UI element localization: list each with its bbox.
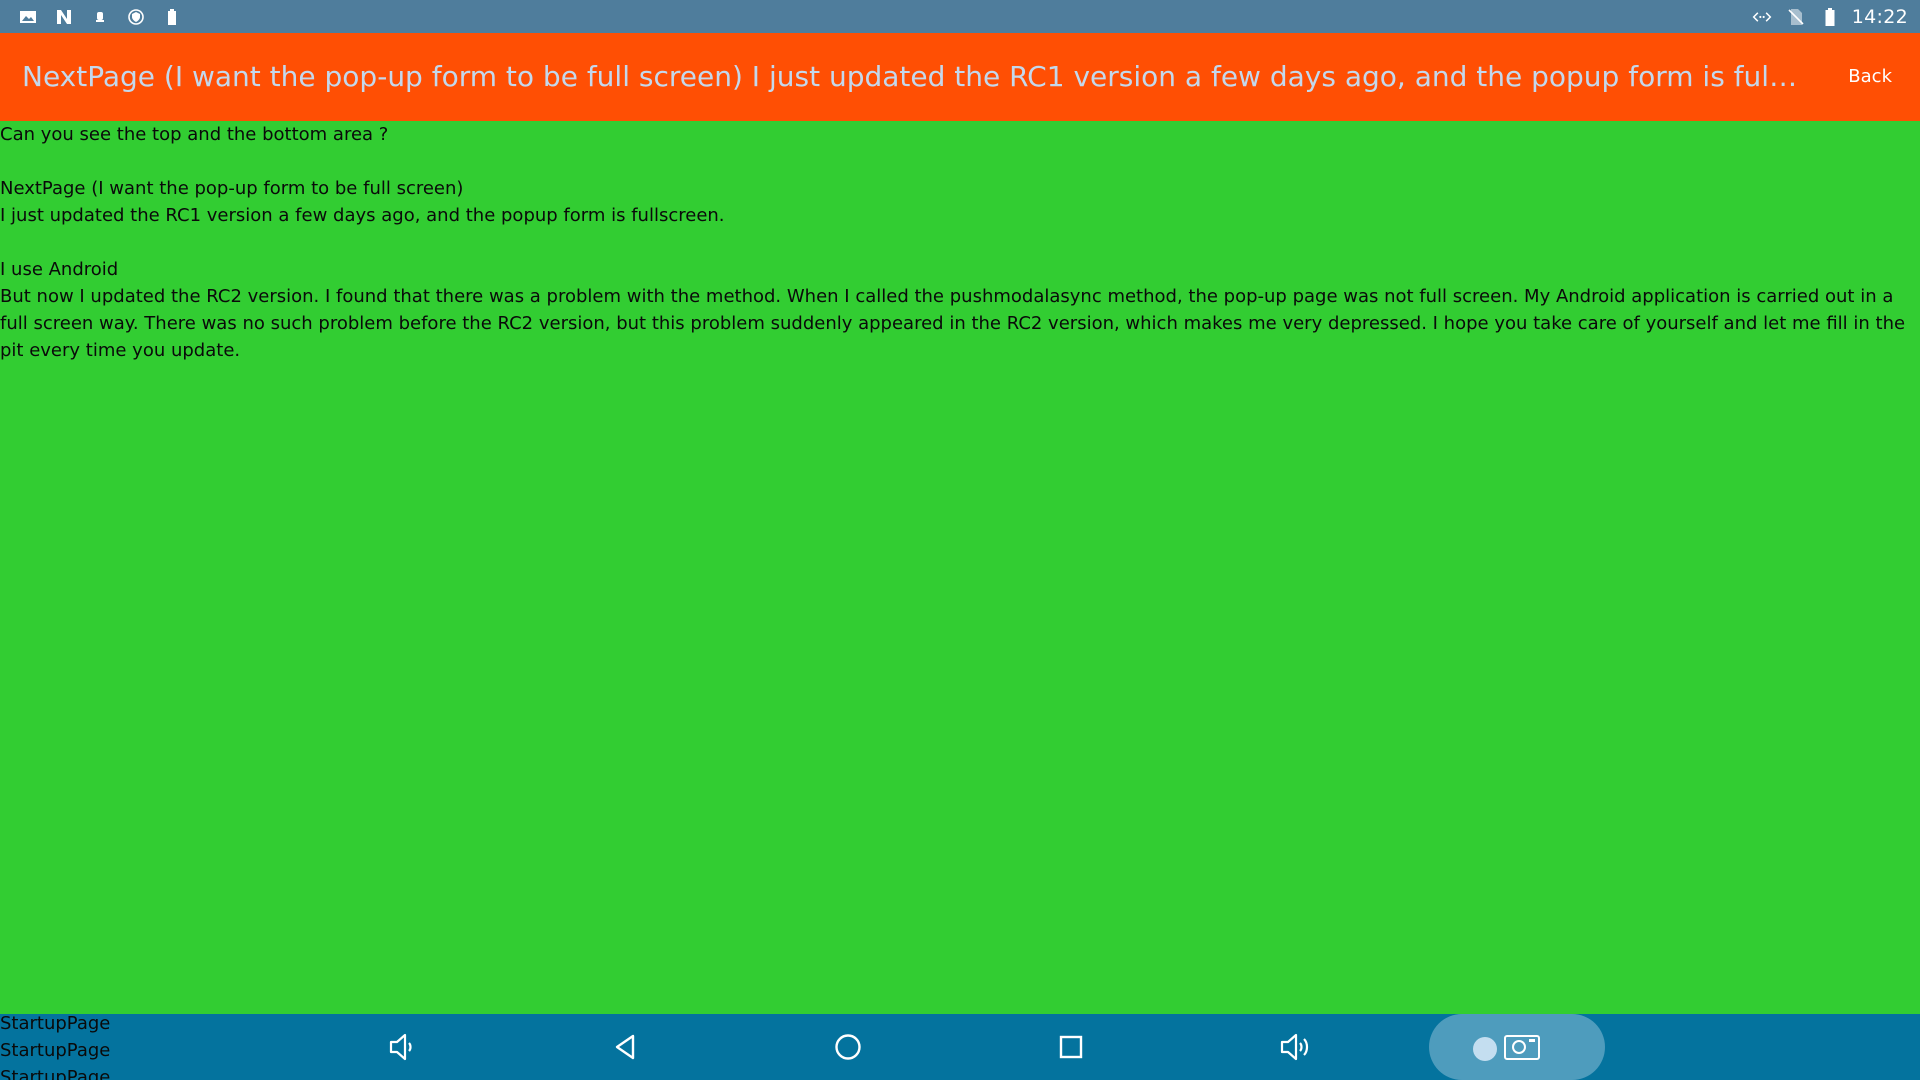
status-right-icons: 14:22 xyxy=(1750,0,1908,33)
back-nav-button[interactable] xyxy=(596,1014,656,1080)
startup-label: StartupPage xyxy=(0,1067,111,1080)
image-icon xyxy=(16,5,40,29)
battery-icon xyxy=(1818,5,1842,29)
recents-nav-button[interactable] xyxy=(1041,1014,1101,1080)
status-clock: 14:22 xyxy=(1851,5,1908,28)
n-logo-icon xyxy=(52,5,76,29)
floating-dot xyxy=(1473,1037,1497,1061)
title-bar: NextPage (I want the pop-up form to be f… xyxy=(0,33,1920,121)
content-body-text: Can you see the top and the bottom area … xyxy=(0,124,1906,361)
startup-label: StartupPage xyxy=(0,1040,111,1061)
notification-icon xyxy=(88,5,112,29)
volume-down-button[interactable] xyxy=(372,1014,432,1080)
navigation-bar xyxy=(0,1014,1920,1080)
startup-page-list: StartupPage StartupPage StartupPage xyxy=(0,1010,260,1080)
back-triangle-icon xyxy=(611,1032,641,1062)
home-circle-icon xyxy=(833,1032,863,1062)
volume-down-icon xyxy=(385,1030,419,1064)
shield-icon xyxy=(124,5,148,29)
volume-up-button[interactable] xyxy=(1265,1014,1325,1080)
no-sim-icon xyxy=(1784,5,1808,29)
data-transfer-icon xyxy=(1750,5,1774,29)
content-area: Can you see the top and the bottom area … xyxy=(0,121,1920,1014)
screenshot-camera-icon xyxy=(1501,1031,1545,1067)
startup-label: StartupPage xyxy=(0,1013,111,1034)
content-scroll: Can you see the top and the bottom area … xyxy=(0,121,1920,1014)
page-title: NextPage (I want the pop-up form to be f… xyxy=(22,60,1802,93)
status-bar: 14:22 xyxy=(0,0,1920,33)
battery-saver-icon xyxy=(160,5,184,29)
screenshot-button[interactable] xyxy=(1429,1014,1605,1080)
back-button[interactable]: Back xyxy=(1848,33,1892,121)
recents-square-icon xyxy=(1057,1033,1085,1061)
status-left-icons xyxy=(16,0,184,33)
volume-up-icon xyxy=(1276,1030,1314,1064)
home-nav-button[interactable] xyxy=(818,1014,878,1080)
